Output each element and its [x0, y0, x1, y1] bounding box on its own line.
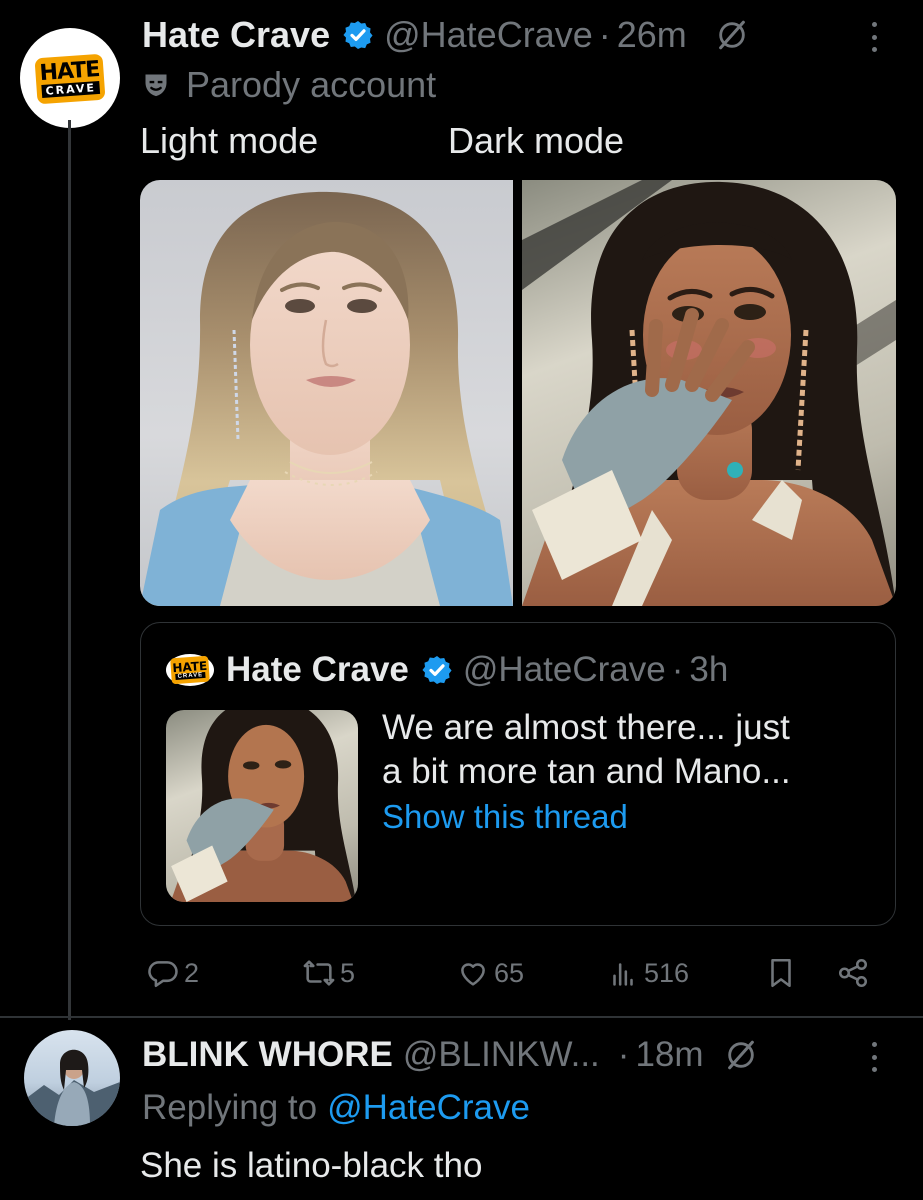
woman-portrait-dark-image[interactable]	[522, 180, 896, 606]
views-button[interactable]: 516	[606, 950, 689, 996]
separator-dot: ·	[617, 1035, 630, 1074]
reply-author-avatar[interactable]	[24, 1030, 120, 1126]
verified-badge-icon	[422, 656, 452, 684]
tweet-text-dark-mode: Dark mode	[448, 120, 625, 161]
author-avatar[interactable]: HATE CRAVE	[20, 28, 120, 128]
repost-count: 5	[340, 957, 356, 988]
quoted-tweet-header: Hate Crave @HateCrave · 3h	[226, 648, 728, 692]
parody-label: Parody account	[142, 62, 436, 108]
quoted-author-handle: @HateCrave	[462, 650, 666, 689]
reply-icon	[148, 961, 178, 988]
verified-badge-icon	[343, 21, 373, 49]
separator-dot: ·	[598, 14, 611, 55]
more-options-icon[interactable]	[868, 1042, 880, 1072]
quoted-tweet-text: We are almost there... just a bit more t…	[382, 706, 872, 794]
tweet-actions: 2 5 65 516	[140, 950, 900, 996]
repost-button[interactable]: 5	[300, 950, 355, 996]
tweet-time[interactable]: 26m	[617, 14, 687, 56]
reply-header: BLINK WHORE @BLINKW... · 18m	[142, 1032, 758, 1078]
tweet-header: Hate Crave @HateCrave · 26m	[142, 12, 749, 58]
quoted-tweet-text-line: We are almost there... just	[382, 708, 790, 747]
like-count: 65	[494, 957, 525, 988]
quoted-author-avatar: HATE CRAVE	[166, 654, 214, 686]
repost-icon	[303, 960, 335, 986]
hate-crave-logo: HATE CRAVE	[170, 655, 210, 685]
replying-to-label: Replying to	[142, 1088, 318, 1127]
reply-author-handle[interactable]: @BLINKW...	[403, 1035, 600, 1075]
reply-button[interactable]: 2	[146, 950, 199, 996]
reply-author-name[interactable]: BLINK WHORE	[142, 1035, 393, 1075]
replying-to-line: Replying to @HateCrave	[142, 1086, 530, 1130]
replying-to-handle[interactable]: @HateCrave	[327, 1088, 530, 1128]
bookmark-button[interactable]	[766, 950, 796, 996]
grok-icon[interactable]	[715, 18, 749, 52]
separator-dot: ·	[671, 650, 684, 689]
views-count: 516	[644, 957, 690, 988]
hate-crave-logo: HATE CRAVE	[34, 53, 106, 105]
share-icon	[838, 958, 868, 988]
quoted-tweet-time: 3h	[689, 650, 729, 689]
parody-account-text: Parody account	[186, 64, 437, 105]
quoted-tweet-thumbnail[interactable]	[166, 710, 358, 902]
author-handle[interactable]: @HateCrave	[384, 14, 593, 56]
like-button[interactable]: 65	[456, 950, 524, 996]
reply-count: 2	[184, 957, 200, 988]
tweet-text-light-mode: Light mode	[140, 120, 319, 161]
bookmark-icon	[771, 958, 791, 988]
share-button[interactable]	[836, 950, 870, 996]
more-options-icon[interactable]	[868, 22, 880, 52]
parody-mask-icon	[145, 74, 167, 97]
show-thread-link[interactable]: Show this thread	[382, 798, 628, 836]
quoted-author-name: Hate Crave	[226, 650, 409, 689]
quoted-tweet-text-line: a bit more tan and Mano...	[382, 752, 791, 791]
woman-portrait-light-image[interactable]	[140, 180, 513, 606]
thread-line	[68, 120, 71, 1020]
reply-time[interactable]: 18m	[635, 1035, 703, 1075]
like-icon	[461, 963, 485, 986]
author-name[interactable]: Hate Crave	[142, 14, 330, 56]
views-icon	[613, 963, 633, 986]
reply-text: She is latino-black tho	[140, 1146, 483, 1185]
divider	[0, 1016, 923, 1018]
grok-icon[interactable]	[724, 1038, 758, 1072]
